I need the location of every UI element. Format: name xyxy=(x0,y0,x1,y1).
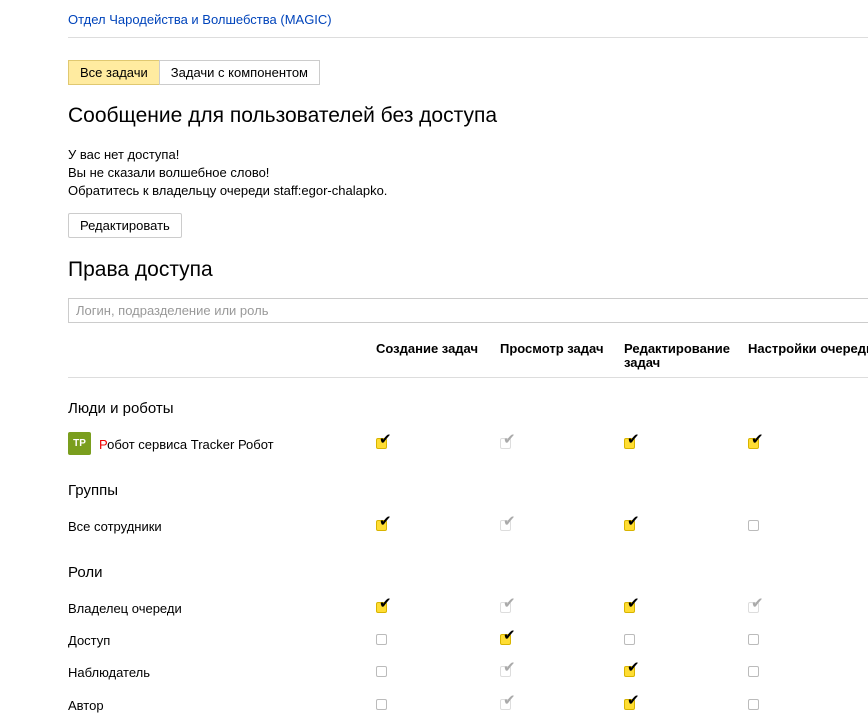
check-icon: ✔ xyxy=(379,430,392,448)
section-title-groups: Группы xyxy=(68,482,118,499)
breadcrumb-queue-link[interactable]: Отдел Чародейства и Волшебства (MAGIC) xyxy=(68,12,332,27)
access-rights-title: Права доступа xyxy=(68,258,213,281)
permission-checkbox[interactable] xyxy=(748,634,759,645)
row-name-rest: обот сервиса Tracker Робот xyxy=(107,437,274,452)
row-name-first-letter: Р xyxy=(99,437,108,452)
permission-checkbox[interactable] xyxy=(376,666,387,677)
permission-checkbox: ✔ xyxy=(500,660,516,677)
permission-checkbox[interactable] xyxy=(748,699,759,710)
section-title-people: Люди и роботы xyxy=(68,400,174,417)
divider xyxy=(68,37,868,38)
permission-checkbox: ✔ xyxy=(500,596,516,613)
permission-checkbox: ✔ xyxy=(500,693,516,710)
check-icon: ✔ xyxy=(503,658,516,676)
check-icon: ✔ xyxy=(627,512,640,530)
check-icon: ✔ xyxy=(503,512,516,530)
permission-checkbox[interactable] xyxy=(376,634,387,645)
permission-checkbox[interactable]: ✔ xyxy=(376,514,392,531)
tab-all-tasks[interactable]: Все задачи xyxy=(68,60,160,85)
access-search-input[interactable] xyxy=(68,298,868,323)
message-line: У вас нет доступа! xyxy=(68,147,180,162)
check-icon: ✔ xyxy=(503,430,516,448)
permission-checkbox: ✔ xyxy=(500,432,516,449)
message-section-title: Сообщение для пользователей без доступа xyxy=(68,104,497,127)
avatar: TP xyxy=(68,432,91,455)
permission-checkbox[interactable]: ✔ xyxy=(624,693,640,710)
permission-checkbox[interactable]: ✔ xyxy=(624,660,640,677)
column-header-edit: Редактирование задач xyxy=(624,341,730,370)
row-name-robot: Робот сервиса Tracker Робот xyxy=(99,437,274,452)
check-icon: ✔ xyxy=(627,691,640,709)
tab-component-tasks[interactable]: Задачи с компонентом xyxy=(158,60,320,85)
row-name: Автор xyxy=(68,698,104,713)
filter-tabs: Все задачи Задачи с компонентом xyxy=(68,60,320,85)
permission-checkbox[interactable]: ✔ xyxy=(748,432,764,449)
permission-checkbox[interactable]: ✔ xyxy=(624,432,640,449)
permission-checkbox: ✔ xyxy=(500,514,516,531)
row-name: Доступ xyxy=(68,633,111,648)
check-icon: ✔ xyxy=(627,658,640,676)
check-icon: ✔ xyxy=(627,594,640,612)
permission-checkbox: ✔ xyxy=(748,596,764,613)
message-line: Вы не сказали волшебное слово! xyxy=(68,165,270,180)
check-icon: ✔ xyxy=(379,512,392,530)
section-title-roles: Роли xyxy=(68,564,103,581)
column-header-create: Создание задач xyxy=(376,341,479,356)
permission-checkbox[interactable] xyxy=(376,699,387,710)
check-icon: ✔ xyxy=(627,430,640,448)
permission-checkbox[interactable]: ✔ xyxy=(376,432,392,449)
permission-checkbox[interactable]: ✔ xyxy=(624,514,640,531)
check-icon: ✔ xyxy=(503,594,516,612)
check-icon: ✔ xyxy=(503,626,516,644)
permission-checkbox[interactable]: ✔ xyxy=(376,596,392,613)
check-icon: ✔ xyxy=(751,594,764,612)
column-header-settings: Настройки очереди xyxy=(748,341,868,356)
permission-checkbox[interactable] xyxy=(748,666,759,677)
check-icon: ✔ xyxy=(751,430,764,448)
column-header-view: Просмотр задач xyxy=(500,341,604,356)
edit-message-button[interactable]: Редактировать xyxy=(68,213,182,238)
permission-checkbox[interactable]: ✔ xyxy=(624,596,640,613)
message-line: Обратитесь к владельцу очереди staff:ego… xyxy=(68,183,388,198)
row-name: Все сотрудники xyxy=(68,519,162,534)
permission-checkbox[interactable] xyxy=(624,634,635,645)
row-name: Наблюдатель xyxy=(68,665,151,680)
check-icon: ✔ xyxy=(379,594,392,612)
row-name: Владелец очереди xyxy=(68,601,182,616)
no-access-message: У вас нет доступа! Вы не сказали волшебн… xyxy=(68,146,387,200)
permission-checkbox[interactable] xyxy=(748,520,759,531)
table-divider xyxy=(68,377,868,378)
permission-checkbox[interactable]: ✔ xyxy=(500,628,516,645)
check-icon: ✔ xyxy=(503,691,516,709)
